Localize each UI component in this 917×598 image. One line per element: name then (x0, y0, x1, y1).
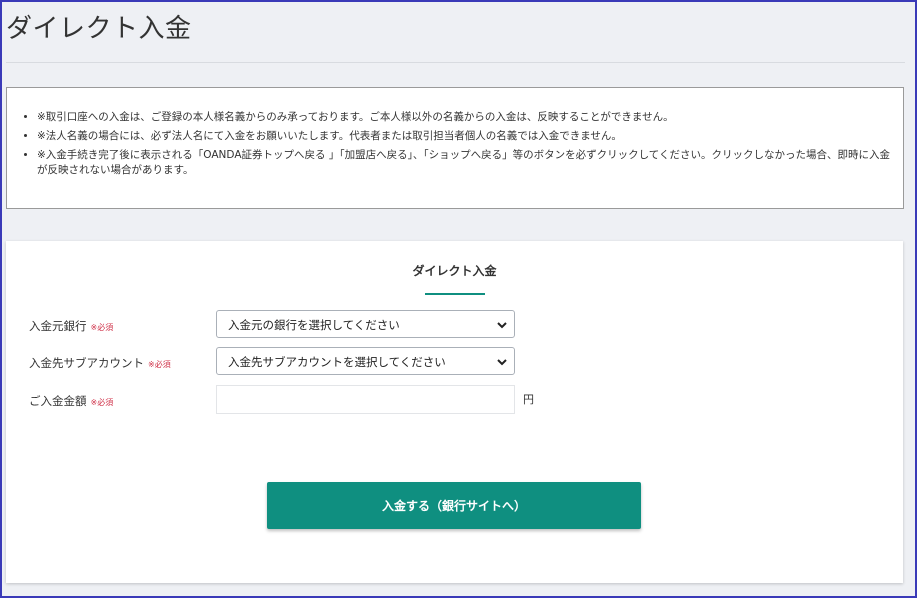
form-title: ダイレクト入金 (412, 264, 497, 278)
required-mark: ※必須 (148, 360, 171, 369)
sub-account-select-value: 入金先サブアカウントを選択してください (228, 355, 446, 369)
title-divider (6, 62, 905, 63)
page-title: ダイレクト入金 (6, 14, 192, 44)
notice-list: ※取引口座への入金は、ご登録の本人様名義からのみ承っております。ご本人様以外の名… (7, 88, 903, 178)
currency-unit: 円 (523, 393, 534, 406)
submit-deposit-button[interactable]: 入金する（銀行サイトへ） (267, 482, 641, 529)
sub-account-label-text: 入金先サブアカウント (29, 356, 144, 370)
notice-item: ※取引口座への入金は、ご登録の本人様名義からのみ承っております。ご本人様以外の名… (37, 110, 891, 125)
form-title-underline (425, 293, 485, 295)
sub-account-label: 入金先サブアカウント ※必須 (29, 355, 171, 371)
notice-box: ※取引口座への入金は、ご登録の本人様名義からのみ承っております。ご本人様以外の名… (6, 87, 904, 209)
sub-account-select[interactable]: 入金先サブアカウントを選択してください (216, 347, 515, 375)
amount-label-text: ご入金金額 (29, 394, 87, 408)
sub-account-row: 入金先サブアカウント ※必須 入金先サブアカウントを選択してください (29, 347, 529, 377)
source-bank-row: 入金元銀行 ※必須 入金元の銀行を選択してください (29, 310, 529, 340)
source-bank-label-text: 入金元銀行 (29, 319, 87, 333)
source-bank-select-value: 入金元の銀行を選択してください (228, 318, 400, 332)
notice-item: ※入金手続き完了後に表示される「OANDA証券トップへ戻る 」「加盟店へ戻る」、… (37, 148, 891, 178)
chevron-down-icon (497, 322, 507, 329)
amount-label: ご入金金額 ※必須 (29, 393, 113, 409)
required-mark: ※必須 (90, 398, 114, 407)
required-mark: ※必須 (90, 323, 114, 332)
chevron-down-icon (497, 359, 507, 366)
source-bank-label: 入金元銀行 ※必須 (29, 318, 113, 334)
deposit-form-card: ダイレクト入金 入金元銀行 ※必須 入金元の銀行を選択してください 入金先サブアカ… (6, 241, 903, 583)
source-bank-select[interactable]: 入金元の銀行を選択してください (216, 310, 515, 338)
amount-row: ご入金金額 ※必須 円 (29, 385, 549, 415)
notice-item: ※法人名義の場合には、必ず法人名にて入金をお願いいたします。代表者または取引担当… (37, 129, 891, 144)
amount-input[interactable] (216, 385, 515, 414)
